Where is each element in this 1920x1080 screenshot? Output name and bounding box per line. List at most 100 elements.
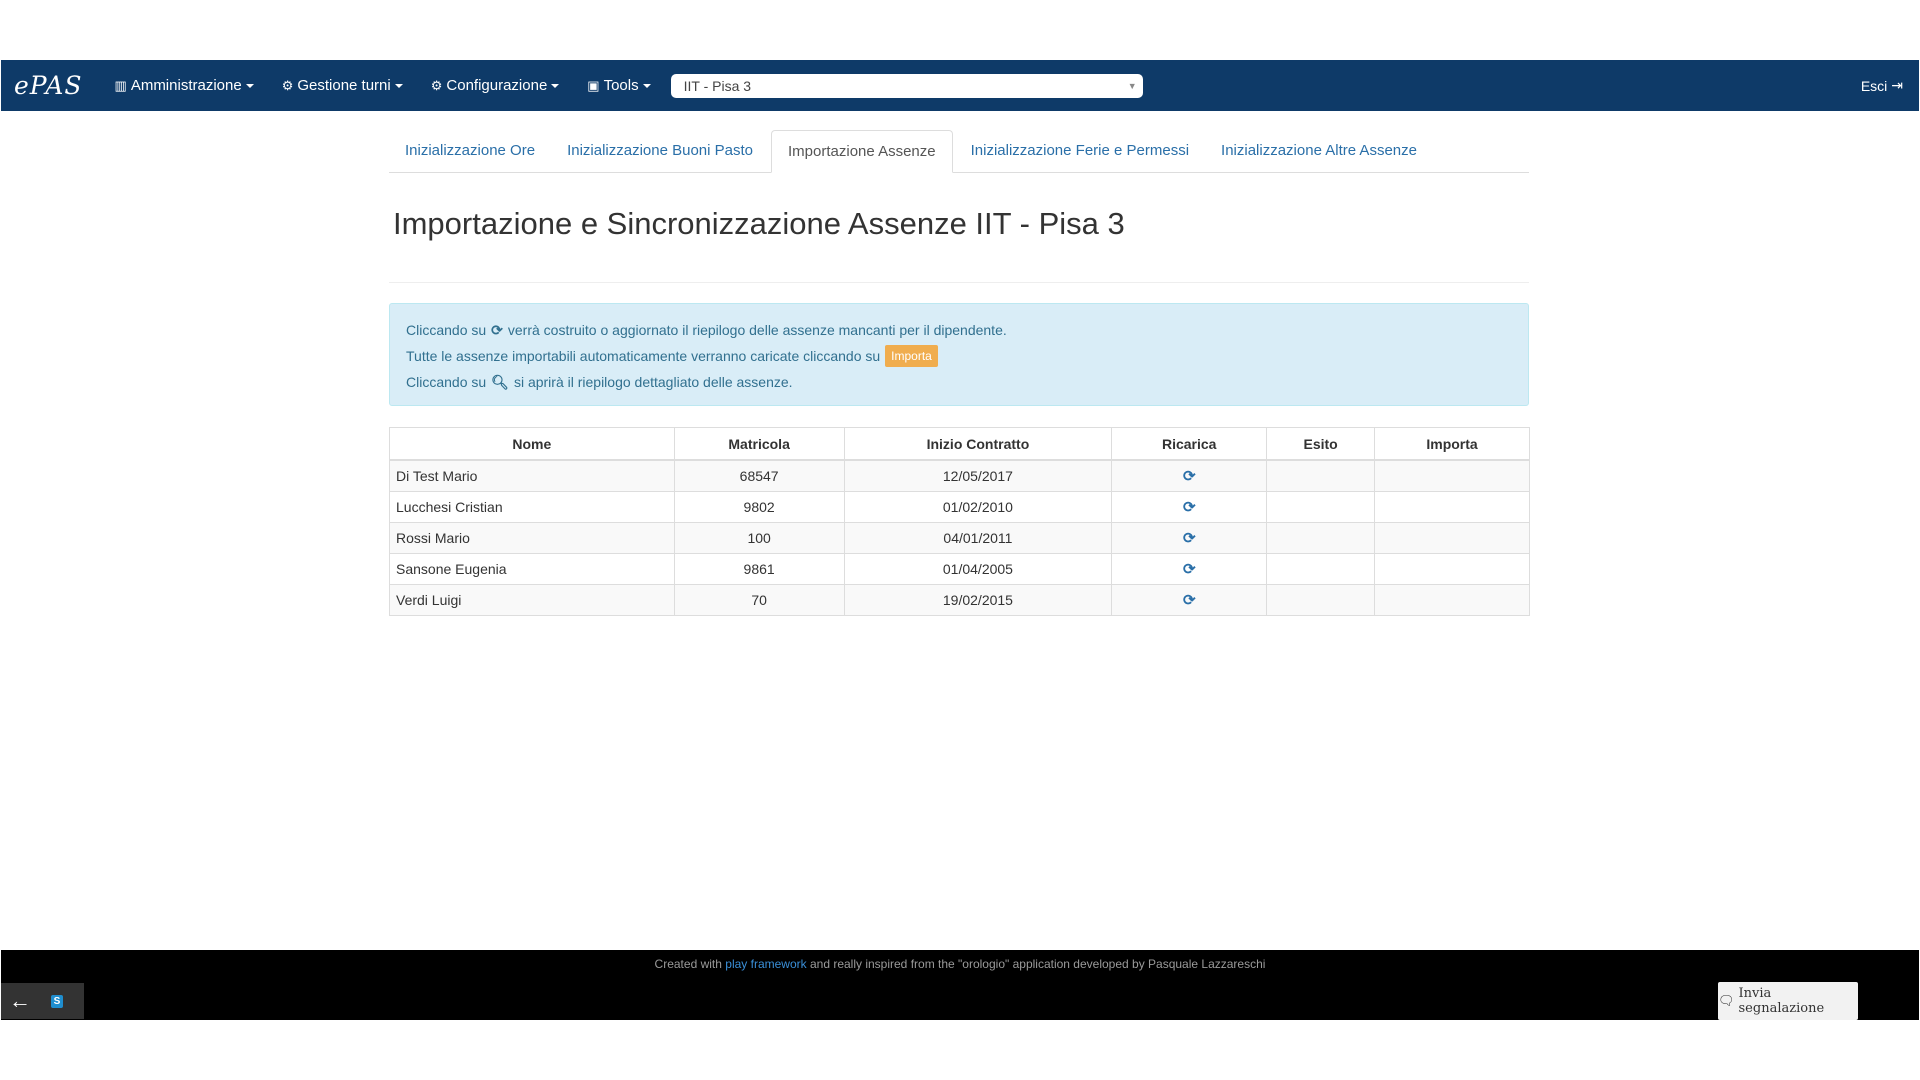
menu-amministrazione[interactable]: ▥ Amministrazione: [101, 77, 268, 94]
column-header-nome[interactable]: Nome: [389, 427, 675, 461]
table-row: Sansone Eugenia 9861 01/04/2005 ⟳: [389, 553, 1530, 585]
info-text: si aprirà il riepilogo dettagliato delle…: [513, 374, 793, 390]
refresh-icon: ⟳: [491, 322, 503, 338]
brand-logo[interactable]: ePAS: [14, 71, 83, 100]
info-line-import: Tutte le assenze importabili automaticam…: [406, 343, 1512, 369]
cell-matricola: 68547: [673, 459, 845, 492]
cell-ricarica: ⟳: [1111, 584, 1268, 616]
cell-esito: [1266, 491, 1376, 523]
column-header-matricola[interactable]: Matricola: [673, 427, 845, 461]
play-framework-link[interactable]: play framework: [725, 957, 806, 971]
menu-label: Amministrazione: [130, 77, 242, 94]
cell-inizio-contratto: 19/02/2015: [843, 584, 1113, 616]
info-text: verrà costruito o aggiornato il riepilog…: [507, 322, 1007, 338]
cell-nome: Lucchesi Cristian: [389, 491, 675, 523]
s-app-icon[interactable]: S: [51, 994, 63, 1008]
cell-esito: [1266, 553, 1376, 585]
gear-icon: ⚙: [281, 77, 294, 93]
cell-ricarica: ⟳: [1111, 459, 1268, 492]
column-header-inizio-contratto[interactable]: Inizio Contratto: [843, 427, 1113, 461]
refresh-icon[interactable]: ⟳: [1183, 561, 1196, 578]
menu-gestione-turni[interactable]: ⚙ Gestione turni: [268, 77, 417, 94]
menu-label: Configurazione: [446, 77, 548, 94]
info-text: Cliccando su: [406, 374, 487, 390]
office-select-value: IIT - Pisa 3: [683, 77, 752, 94]
info-alert: Cliccando su ⟳ verrà costruito o aggiorn…: [389, 303, 1529, 406]
tab-bar: Inizializzazione Ore Inizializzazione Bu…: [389, 130, 1529, 173]
send-report-label: Invia segnalazione: [1738, 986, 1825, 1016]
cell-matricola: 70: [673, 584, 845, 616]
cell-importa: [1374, 553, 1530, 585]
cell-matricola: 9861: [673, 553, 845, 585]
menu-label: Gestione turni: [297, 77, 391, 94]
bar-chart-icon: ▥: [114, 77, 127, 93]
column-header-esito: Esito: [1266, 427, 1376, 461]
menu-tools[interactable]: ▣ Tools: [573, 77, 664, 94]
chevron-down-icon: ▼: [1127, 80, 1137, 91]
footer-text: Created with: [654, 957, 722, 971]
cell-inizio-contratto: 01/04/2005: [843, 553, 1113, 585]
tab-importazione-assenze[interactable]: Importazione Assenze: [771, 130, 953, 173]
cell-inizio-contratto: 04/01/2011: [843, 522, 1113, 554]
menu-label: Tools: [603, 77, 639, 94]
caret-down-icon: [394, 83, 403, 88]
tab-inizializzazione-buoni-pasto[interactable]: Inizializzazione Buoni Pasto: [551, 130, 769, 172]
caret-down-icon: [551, 83, 560, 88]
page-title: Importazione e Sincronizzazione Assenze …: [393, 206, 1125, 241]
column-header-ricarica: Ricarica: [1111, 427, 1268, 461]
arrow-left-icon: ←: [9, 988, 31, 1013]
cell-matricola: 100: [673, 522, 845, 554]
caret-down-icon: [642, 83, 651, 88]
cell-ricarica: ⟳: [1111, 522, 1268, 554]
toolbox-icon: ▣: [587, 77, 600, 93]
table-header-row: Nome Matricola Inizio Contratto Ricarica…: [389, 427, 1530, 461]
info-line-search: Cliccando su 🔍︎ si aprirà il riepilogo d…: [406, 369, 1512, 395]
footer-text: and really inspired from the "orologio" …: [809, 957, 1266, 971]
search-icon: 🔍︎: [491, 374, 509, 390]
tab-inizializzazione-ferie-permessi[interactable]: Inizializzazione Ferie e Permessi: [955, 130, 1205, 172]
cell-nome: Sansone Eugenia: [389, 553, 675, 585]
refresh-icon[interactable]: ⟳: [1183, 468, 1196, 485]
info-text: Tutte le assenze importabili automaticam…: [406, 348, 881, 364]
cell-inizio-contratto: 12/05/2017: [843, 459, 1113, 492]
cell-esito: [1266, 459, 1376, 492]
cell-nome: Di Test Mario: [389, 459, 675, 492]
caret-down-icon: [245, 83, 254, 88]
table-row: Rossi Mario 100 04/01/2011 ⟳: [389, 522, 1530, 554]
refresh-icon[interactable]: ⟳: [1183, 530, 1196, 547]
cell-importa: [1374, 522, 1530, 554]
cell-ricarica: ⟳: [1111, 491, 1268, 523]
comments-icon: 🗨︎: [1718, 993, 1735, 1009]
gear-icon: ⚙: [430, 77, 443, 93]
logout-label: Esci: [1860, 77, 1888, 94]
refresh-icon[interactable]: ⟳: [1183, 592, 1196, 609]
footer: Created with play framework and really i…: [1, 950, 1919, 1020]
footer-credits: Created with play framework and really i…: [1, 957, 1919, 971]
office-select[interactable]: IIT - Pisa 3 ▼: [670, 73, 1143, 98]
table-row: Verdi Luigi 70 19/02/2015 ⟳: [389, 584, 1530, 616]
refresh-icon[interactable]: ⟳: [1183, 499, 1196, 516]
send-report-button[interactable]: 🗨︎ Invia segnalazione: [1718, 982, 1858, 1020]
back-button[interactable]: ← S: [1, 983, 84, 1019]
cell-inizio-contratto: 01/02/2010: [843, 491, 1113, 523]
cell-importa: [1374, 491, 1530, 523]
divider: [389, 282, 1529, 283]
cell-nome: Verdi Luigi: [389, 584, 675, 616]
table-row: Di Test Mario 68547 12/05/2017 ⟳: [389, 459, 1530, 492]
cell-matricola: 9802: [673, 491, 845, 523]
tab-inizializzazione-altre-assenze[interactable]: Inizializzazione Altre Assenze: [1205, 130, 1433, 172]
table-row: Lucchesi Cristian 9802 01/02/2010 ⟳: [389, 491, 1530, 523]
cell-esito: [1266, 522, 1376, 554]
cell-nome: Rossi Mario: [389, 522, 675, 554]
top-navbar: ePAS ▥ Amministrazione ⚙ Gestione turni …: [1, 60, 1919, 111]
menu-configurazione[interactable]: ⚙ Configurazione: [417, 77, 574, 94]
cell-importa: [1374, 459, 1530, 492]
cell-esito: [1266, 584, 1376, 616]
logout-button[interactable]: Esci ⇥: [1861, 77, 1903, 94]
info-line-refresh: Cliccando su ⟳ verrà costruito o aggiorn…: [406, 317, 1512, 343]
tab-inizializzazione-ore[interactable]: Inizializzazione Ore: [389, 130, 551, 172]
column-header-importa: Importa: [1374, 427, 1530, 461]
cell-ricarica: ⟳: [1111, 553, 1268, 585]
sign-out-icon: ⇥: [1891, 77, 1903, 93]
employees-table: Nome Matricola Inizio Contratto Ricarica…: [389, 427, 1530, 616]
